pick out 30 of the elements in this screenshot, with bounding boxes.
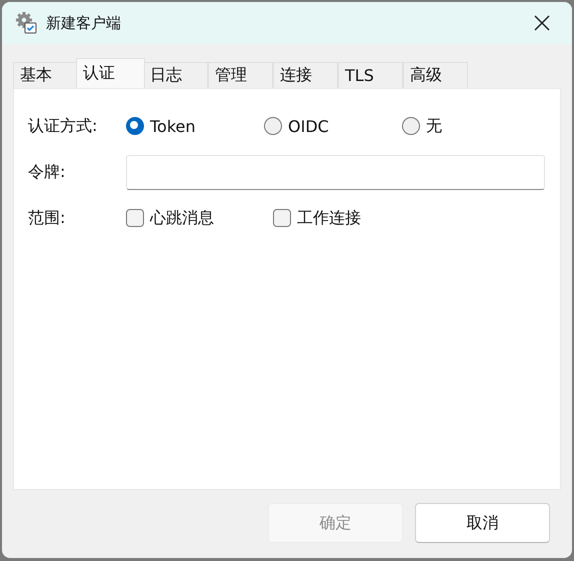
close-icon [534,15,550,31]
tab[interactable]: TLS [338,62,403,88]
radio-button[interactable] [402,117,420,135]
radio-button[interactable] [264,117,282,135]
settings-icon [14,11,38,35]
option-label: 心跳消息 [150,208,214,228]
checkbox[interactable] [126,209,144,227]
option-label: OIDC [288,116,329,136]
option-label: Token [150,116,196,136]
tab[interactable]: 管理 [208,62,273,88]
option-label: 无 [426,116,442,136]
radio-option[interactable]: Token [126,116,264,136]
checkbox-option[interactable]: 心跳消息 [126,208,273,228]
tab[interactable]: 连接 [273,62,338,88]
tab[interactable]: 日志 [143,62,208,88]
radio-button[interactable] [126,117,144,135]
tab[interactable]: 基本 [13,62,78,88]
token-field[interactable] [126,154,545,190]
dialog-button[interactable]: 取消 [415,503,550,543]
tab[interactable]: 认证 [76,58,145,88]
field-label: 范围: [28,208,66,228]
checkbox[interactable] [273,209,291,227]
tab[interactable]: 高级 [403,62,468,88]
field-label: 令牌: [28,162,66,182]
option-label: 工作连接 [297,208,361,228]
window-title: 新建客户端 [46,14,122,32]
radio-option[interactable]: 无 [402,116,482,136]
radio-option[interactable]: OIDC [264,116,402,136]
checkbox-option[interactable]: 工作连接 [273,208,420,228]
field-label: 认证方式: [28,116,98,136]
